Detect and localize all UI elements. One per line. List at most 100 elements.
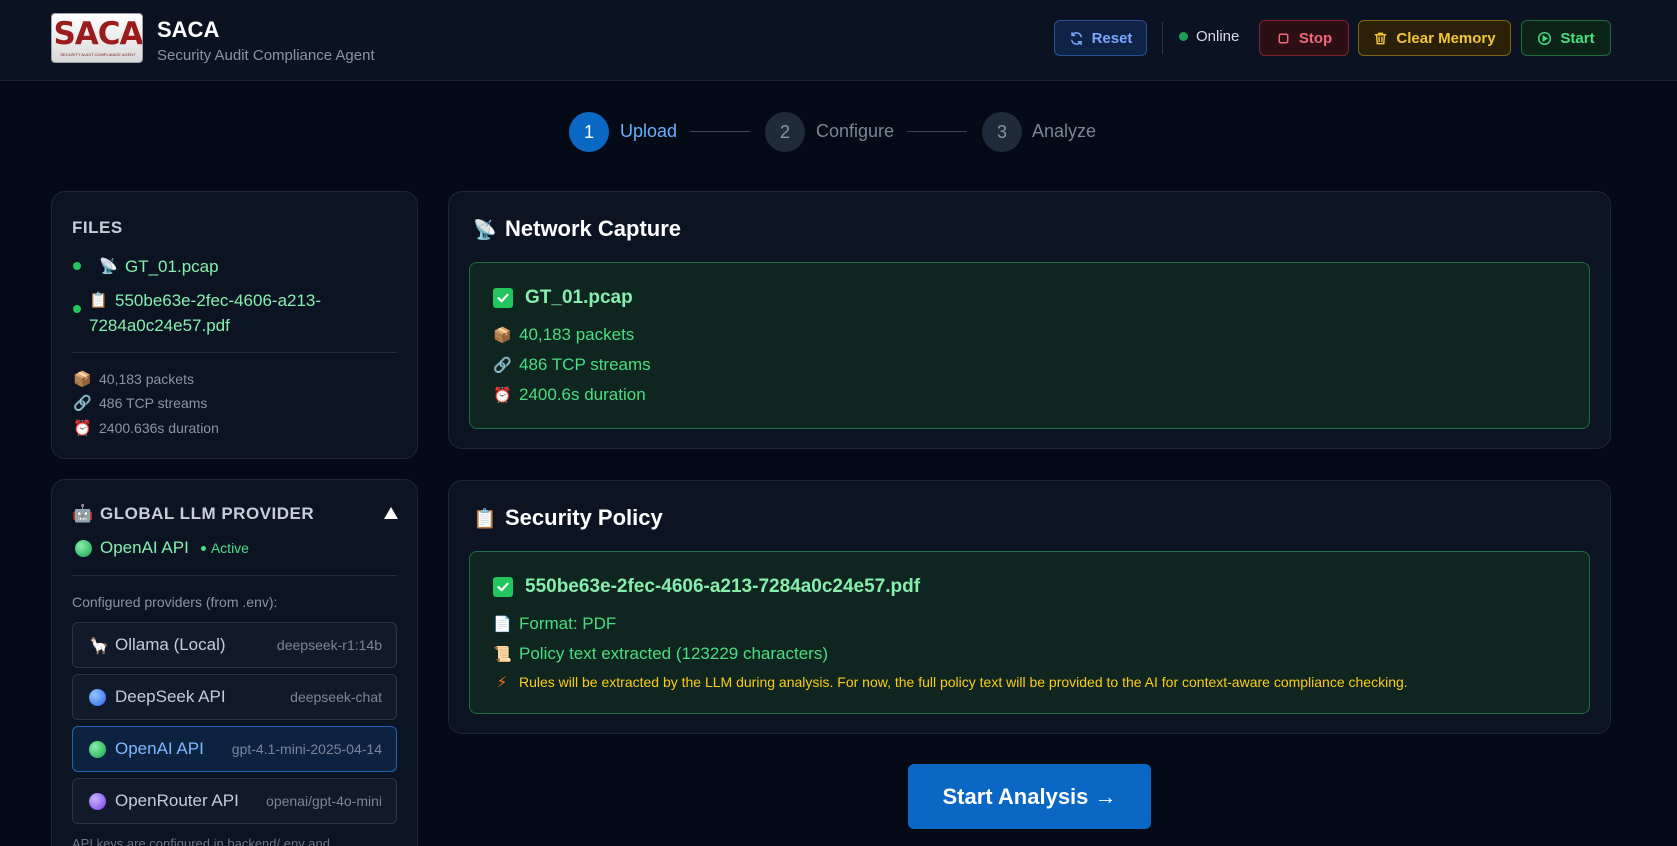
step-3-label[interactable]: Analyze (1032, 121, 1096, 142)
green-circle-icon (89, 740, 106, 758)
file-item-pcap[interactable]: 📡 GT_01.pcap (73, 254, 219, 279)
header-divider (1162, 22, 1163, 54)
step-3-circle[interactable]: 3 (982, 112, 1022, 152)
refresh-icon (1070, 31, 1082, 45)
step-1-circle[interactable]: 1 (569, 112, 609, 152)
alarm-clock-icon: ⏰ (493, 386, 512, 404)
logo-mark: SACA (53, 16, 143, 52)
checkmark-icon (493, 288, 513, 308)
file-name-line2: 7284a0c24e57.pdf (89, 316, 230, 335)
policy-file-title: 550be63e-2fec-4606-a213-7284a0c24e57.pdf (493, 576, 920, 598)
provider-openai[interactable]: OpenAI API gpt-4.1-mini-2025-04-14 (72, 726, 397, 772)
provider-color-icon (75, 539, 92, 557)
document-icon: 📄 (493, 615, 512, 633)
lightning-icon: ⚡ (496, 673, 508, 691)
active-dot (200, 545, 206, 551)
provider-model: openai/gpt-4o-mini (266, 793, 382, 809)
provider-name: OpenAI API (115, 739, 204, 758)
link-icon: 🔗 (493, 356, 512, 374)
start-analysis-button[interactable]: Start Analysis → (908, 764, 1151, 829)
satellite-icon: 📡 (473, 218, 497, 241)
file-status-dot (73, 262, 81, 270)
link-icon: 🔗 (73, 394, 92, 412)
current-provider-name: OpenAI API (100, 538, 189, 557)
start-label: Start (1560, 29, 1595, 47)
status-dot (1179, 32, 1188, 41)
checkmark-icon (493, 577, 513, 597)
reset-label: Reset (1091, 29, 1133, 47)
policy-note: ⚡ Rules will be extracted by the LLM dur… (493, 673, 1408, 691)
app-title: SACA (157, 17, 220, 42)
logo-subtext: SECURITY AUDIT COMPLIANCE AGENT (60, 52, 136, 57)
play-circle-icon (1538, 31, 1552, 45)
clipboard-icon: 📋 (89, 291, 108, 309)
provider-deepseek[interactable]: DeepSeek API deepseek-chat (72, 674, 397, 720)
files-panel: FILES 📡 GT_01.pcap 📋 550be63e-2fec-4606-… (51, 191, 418, 459)
stat-duration: ⏰ 2400.636s duration (73, 419, 219, 437)
files-title: FILES (72, 218, 123, 237)
network-capture-header: 📡 Network Capture (473, 216, 681, 242)
file-name-line1: 550be63e-2fec-4606-a213- (115, 291, 322, 310)
stop-button[interactable]: Stop (1259, 20, 1349, 56)
stat-text: Policy text extracted (123229 characters… (519, 644, 828, 663)
stat-text: 486 TCP streams (99, 395, 208, 411)
stat-format: 📄 Format: PDF (493, 614, 616, 634)
stop-icon (1278, 33, 1289, 43)
purple-circle-icon (89, 792, 106, 810)
step-1-label[interactable]: Upload (620, 121, 677, 142)
satellite-icon: 📡 (99, 257, 118, 275)
active-label: Active (210, 540, 249, 556)
divider (72, 575, 397, 576)
pcap-file-title: GT_01.pcap (493, 287, 633, 309)
status-label: Online (1196, 28, 1240, 45)
stat-text: 2400.636s duration (99, 420, 219, 436)
provider-name: OpenRouter API (115, 791, 239, 810)
trash-icon (1375, 32, 1387, 44)
app-subtitle: Security Audit Compliance Agent (157, 47, 375, 64)
scroll-icon: 📜 (493, 645, 512, 663)
reset-button[interactable]: Reset (1054, 20, 1147, 56)
security-policy-card: 📋 Security Policy 550be63e-2fec-4606-a21… (448, 480, 1611, 734)
provider-ollama[interactable]: 🦙 Ollama (Local) deepseek-r1:14b (72, 622, 397, 668)
network-capture-card: 📡 Network Capture GT_01.pcap 📦 40,183 pa… (448, 191, 1611, 449)
stat-text: Format: PDF (519, 614, 617, 633)
llama-icon: 🦙 (89, 635, 109, 655)
app-header: SACA SECURITY AUDIT COMPLIANCE AGENT SAC… (0, 0, 1677, 81)
provider-model: deepseek-r1:14b (276, 637, 382, 653)
status-indicator: Online (1179, 28, 1239, 45)
configured-providers-label: Configured providers (from .env): (72, 594, 278, 610)
stat-text: 486 TCP streams (519, 355, 651, 374)
security-policy-title: Security Policy (505, 505, 663, 530)
policy-file-name: 550be63e-2fec-4606-a213-7284a0c24e57.pdf (525, 576, 921, 597)
provider-model: deepseek-chat (290, 689, 382, 705)
step-2-circle[interactable]: 2 (765, 112, 805, 152)
file-item-pdf[interactable]: 📋 550be63e-2fec-4606-a213- 7284a0c24e57.… (73, 288, 321, 338)
provider-openrouter[interactable]: OpenRouter API openai/gpt-4o-mini (72, 778, 397, 824)
api-keys-note: API keys are configured in backend/.env … (72, 836, 330, 846)
stop-label: Stop (1298, 29, 1333, 47)
policy-summary-box: 550be63e-2fec-4606-a213-7284a0c24e57.pdf… (469, 551, 1590, 714)
pcap-summary-box: GT_01.pcap 📦 40,183 packets 🔗 486 TCP st… (469, 262, 1590, 429)
stat-extracted: 📜 Policy text extracted (123229 characte… (493, 644, 828, 664)
clipboard-icon: 📋 (473, 507, 497, 530)
step-connector (907, 131, 967, 132)
start-button[interactable]: Start (1521, 20, 1611, 56)
stat-text: 2400.6s duration (519, 385, 646, 404)
llm-provider-panel: 🤖 GLOBAL LLM PROVIDER OpenAI API Active … (51, 479, 418, 846)
security-policy-header: 📋 Security Policy (473, 505, 663, 531)
active-badge: Active (200, 540, 249, 556)
note-text: Rules will be extracted by the LLM durin… (519, 674, 1408, 690)
stat-packets: 📦 40,183 packets (493, 325, 634, 345)
stat-text: 40,183 packets (519, 325, 635, 344)
stat-duration: ⏰ 2400.6s duration (493, 385, 646, 405)
llm-panel-title: GLOBAL LLM PROVIDER (100, 504, 315, 523)
llm-panel-header[interactable]: 🤖 GLOBAL LLM PROVIDER (72, 504, 314, 524)
stat-text: 40,183 packets (99, 371, 194, 387)
step-2-label[interactable]: Configure (816, 121, 894, 142)
clear-memory-button[interactable]: Clear Memory (1358, 20, 1511, 56)
file-name: GT_01.pcap (125, 257, 219, 276)
stat-streams: 🔗 486 TCP streams (73, 394, 207, 412)
provider-model: gpt-4.1-mini-2025-04-14 (231, 741, 382, 757)
collapse-triangle-icon[interactable] (384, 507, 398, 519)
package-icon: 📦 (493, 326, 512, 344)
